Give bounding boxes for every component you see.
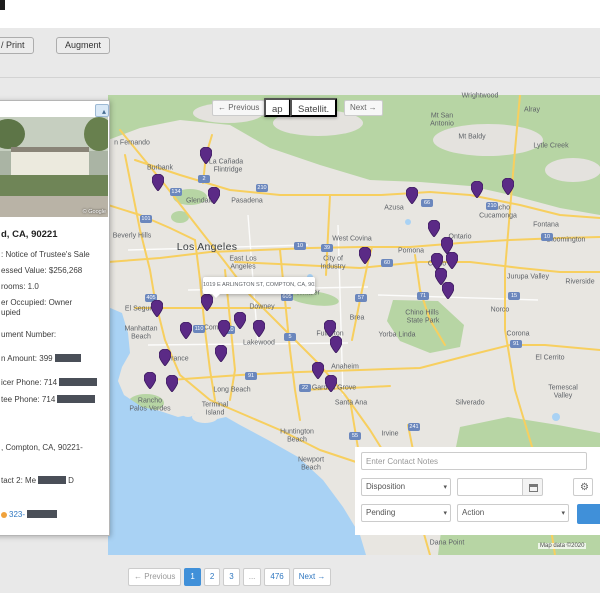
map-pin[interactable] <box>200 147 212 164</box>
chevron-up-icon: ▴ <box>102 107 106 116</box>
map-pin[interactable] <box>218 320 230 337</box>
property-detail-card: ▴ © Google d, CA, 90221 : Notice of Trust… <box>0 100 110 536</box>
pagination-previous-button[interactable]: ← Previous <box>128 568 181 586</box>
redacted-value <box>27 510 57 518</box>
export-print-button[interactable]: rt / Print <box>0 37 34 54</box>
date-input[interactable] <box>457 478 523 496</box>
page-number-button[interactable]: 3 <box>223 568 239 586</box>
calendar-icon <box>529 484 538 492</box>
property-line: rooms: 1.0 <box>1 282 106 293</box>
phone-status-icon <box>1 512 7 518</box>
augment-button[interactable]: Augment <box>56 37 110 54</box>
property-line: ument Number: <box>1 330 106 341</box>
map-pin[interactable] <box>180 322 192 339</box>
date-input-group <box>457 478 543 496</box>
map-pin[interactable] <box>446 252 458 269</box>
property-line: : Notice of Trustee's Sale <box>1 250 106 261</box>
redacted-value <box>55 354 81 362</box>
gear-icon: ⚙ <box>580 482 589 493</box>
redacted-value <box>57 395 95 403</box>
app-window: rt / Print Augment <box>0 0 600 600</box>
chevron-down-icon: ▾ <box>443 506 447 522</box>
map-attribution: Map data ©2020 <box>538 543 586 549</box>
map-pin[interactable] <box>208 187 220 204</box>
chevron-down-icon: ▾ <box>561 506 565 522</box>
map-pin[interactable] <box>428 220 440 237</box>
page-number-list: 123...476 <box>184 568 289 587</box>
disposition-select-label: Disposition <box>366 482 405 491</box>
map-type-satellite-button[interactable]: Satellit. <box>290 98 337 117</box>
chevron-down-icon: ▾ <box>443 480 447 496</box>
map-pin[interactable] <box>234 312 246 329</box>
calendar-button[interactable] <box>522 478 543 496</box>
map-pin[interactable] <box>359 247 371 264</box>
settings-button[interactable]: ⚙ <box>573 478 593 496</box>
property-line: essed Value: $256,268 <box>1 266 106 277</box>
contact-notes-input[interactable] <box>361 452 587 470</box>
map-pin[interactable] <box>253 320 265 337</box>
pagination: ← Previous 123...476 Next → <box>128 568 331 587</box>
map-pin[interactable] <box>144 372 156 389</box>
toolbar-divider <box>0 77 600 78</box>
photo-tree <box>84 117 108 151</box>
page-number-button[interactable]: 1 <box>184 568 200 586</box>
map-infowindow: 1019 E ARLINGTON ST, COMPTON, CA, 90221 <box>203 277 315 294</box>
map-pin[interactable] <box>312 362 324 379</box>
property-line: n Amount: 399 <box>1 354 106 365</box>
pagination-ellipsis: ... <box>243 568 262 586</box>
map-pin[interactable] <box>330 336 342 353</box>
property-photo[interactable]: © Google <box>0 117 108 217</box>
map-pin[interactable] <box>406 187 418 204</box>
previous-property-button[interactable]: ← Previous <box>212 100 265 116</box>
top-whitespace <box>0 0 600 28</box>
page-number-button[interactable]: 476 <box>264 568 289 586</box>
map-pin[interactable] <box>324 320 336 337</box>
page-number-button[interactable]: 2 <box>204 568 220 586</box>
infowindow-caret <box>212 294 220 302</box>
map-pin[interactable] <box>502 178 514 195</box>
next-property-button[interactable]: Next → <box>344 100 383 116</box>
contact-form-panel: Disposition ▾ ⚙ Pending ▾ Action ▾ <box>355 447 600 535</box>
map-pin[interactable] <box>166 375 178 392</box>
map-pin[interactable] <box>152 174 164 191</box>
redacted-value <box>59 378 97 386</box>
map-pin[interactable] <box>442 282 454 299</box>
property-line: d, CA, 90221 <box>1 229 106 240</box>
collapse-panel-button[interactable]: ▴ <box>95 104 109 117</box>
property-line: , Compton, CA, 90221- <box>1 443 106 454</box>
pending-select[interactable]: Pending ▾ <box>361 504 451 522</box>
map-type-map-button[interactable]: ap <box>264 98 291 117</box>
disposition-select[interactable]: Disposition ▾ <box>361 478 451 496</box>
map-pin[interactable] <box>215 345 227 362</box>
action-select[interactable]: Action ▾ <box>457 504 569 522</box>
pagination-next-button[interactable]: Next → <box>293 568 332 586</box>
map-pin[interactable] <box>151 300 163 317</box>
map-pin[interactable] <box>325 375 337 392</box>
map-pin[interactable] <box>159 349 171 366</box>
submit-button[interactable] <box>577 504 600 524</box>
pending-select-label: Pending <box>366 508 395 517</box>
bottom-whitespace <box>0 593 600 600</box>
property-line[interactable]: 323- <box>1 510 106 521</box>
map-pin[interactable] <box>471 181 483 198</box>
action-select-label: Action <box>462 508 484 517</box>
property-line: upied <box>1 308 106 319</box>
photo-credit: © Google <box>83 209 106 215</box>
property-line: icer Phone: 714 <box>1 378 106 389</box>
window-corner-fragment <box>0 0 5 10</box>
redacted-value <box>38 476 66 484</box>
property-line: tee Phone: 714 <box>1 395 106 406</box>
property-line: tact 2: MeD <box>1 476 106 487</box>
